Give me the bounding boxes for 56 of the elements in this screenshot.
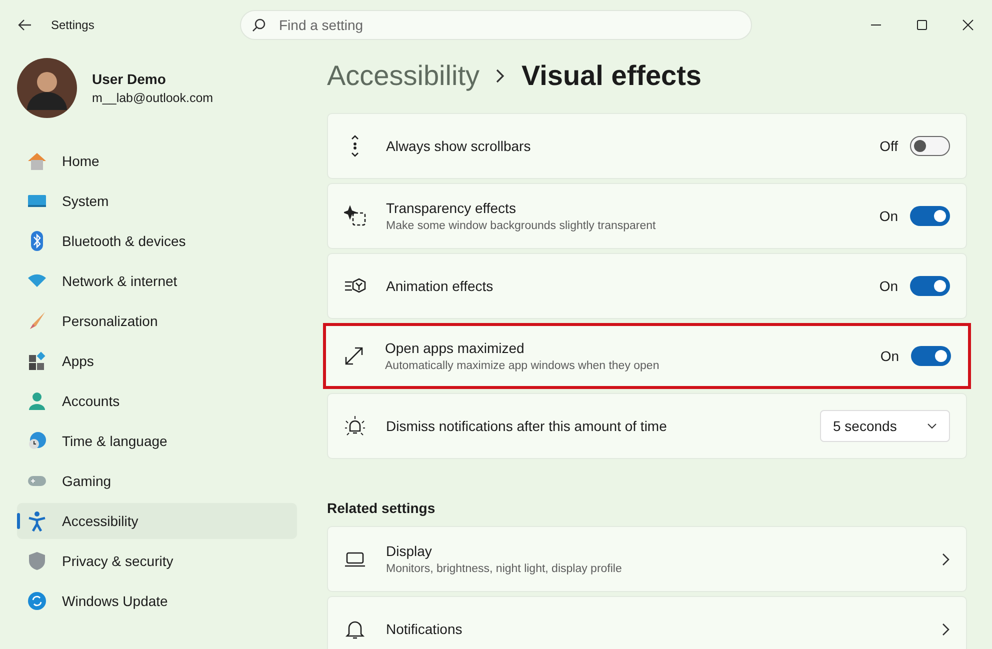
sidebar-item[interactable]: Bluetooth & devices bbox=[17, 223, 297, 259]
sidebar-item[interactable]: Network & internet bbox=[17, 263, 297, 299]
close-icon[interactable] bbox=[962, 19, 974, 31]
setting-title: Open apps maximized bbox=[385, 340, 526, 356]
nav-icon bbox=[26, 590, 48, 612]
back-arrow-icon[interactable] bbox=[18, 19, 32, 31]
chevron-right-icon bbox=[942, 622, 950, 636]
setting-icon bbox=[344, 205, 366, 227]
nav-icon bbox=[26, 390, 48, 412]
sidebar-item[interactable]: Windows Update bbox=[17, 583, 297, 619]
toggle-state-label: On bbox=[880, 348, 899, 364]
nav-icon bbox=[26, 510, 48, 532]
setting-icon bbox=[343, 345, 365, 367]
sidebar-item[interactable]: Accounts bbox=[17, 383, 297, 419]
sidebar-item[interactable]: Gaming bbox=[17, 463, 297, 499]
page-title: Visual effects bbox=[521, 60, 702, 92]
nav-icon bbox=[26, 150, 48, 172]
sidebar-item[interactable]: Home bbox=[17, 143, 297, 179]
user-name: User Demo bbox=[92, 71, 167, 87]
toggle-state-label: On bbox=[879, 208, 898, 224]
toggle-state-label: On bbox=[879, 278, 898, 294]
setting-description: Make some window backgrounds slightly transparent bbox=[386, 220, 657, 232]
toggle-state-label: Off bbox=[880, 138, 898, 154]
breadcrumb-link[interactable]: Accessibility bbox=[327, 60, 480, 92]
user-email: m__lab@outlook.com bbox=[92, 91, 214, 105]
toggle-switch[interactable] bbox=[910, 276, 950, 296]
toggle-switch[interactable] bbox=[910, 206, 950, 226]
setting-icon bbox=[344, 415, 366, 437]
window-title: Settings bbox=[51, 18, 94, 32]
section-heading: Related settings bbox=[327, 500, 436, 516]
toggle-switch[interactable] bbox=[910, 136, 950, 156]
avatar-icon bbox=[17, 58, 77, 118]
sidebar-item[interactable]: Accessibility bbox=[17, 503, 297, 539]
setting-title: Transparency effects bbox=[386, 200, 517, 216]
search-field[interactable]: Find a setting bbox=[240, 10, 752, 40]
sidebar-item[interactable]: System bbox=[17, 183, 297, 219]
setting-title: Animation effects bbox=[386, 278, 494, 294]
dropdown[interactable]: 5 seconds bbox=[820, 410, 950, 442]
chevron-icon bbox=[495, 69, 506, 83]
setting-title: Always show scrollbars bbox=[386, 138, 532, 154]
chevron-down-icon bbox=[927, 423, 937, 429]
sidebar-item[interactable]: Apps bbox=[17, 343, 297, 379]
sidebar-item[interactable]: Privacy & security bbox=[17, 543, 297, 579]
toggle-switch[interactable] bbox=[911, 346, 951, 366]
nav-icon bbox=[26, 550, 48, 572]
maximize-icon[interactable] bbox=[916, 19, 928, 31]
chevron-right-icon bbox=[942, 552, 950, 566]
search-icon bbox=[252, 18, 266, 32]
setting-title: Dismiss notifications after this amount of time bbox=[386, 418, 668, 434]
related-setting-link[interactable]: Notifications bbox=[327, 596, 967, 649]
setting-description: Automatically maximize app windows when they open bbox=[385, 360, 660, 372]
nav-icon bbox=[26, 430, 48, 452]
related-setting-link[interactable]: Display Monitors, brightness, night light, display profile bbox=[327, 526, 967, 592]
sidebar-item[interactable]: Time & language bbox=[17, 423, 297, 459]
sidebar-item[interactable]: Personalization bbox=[17, 303, 297, 339]
nav-icon bbox=[26, 350, 48, 372]
